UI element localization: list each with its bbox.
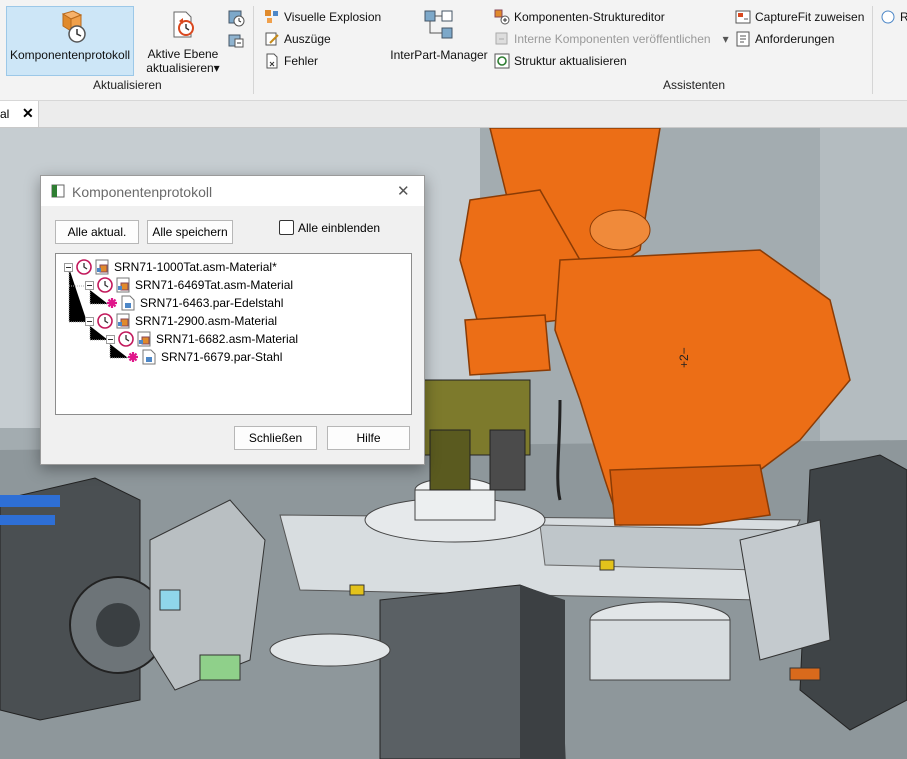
tree-row-asm[interactable]: SRN71-1000Tat.asm-Material* xyxy=(64,258,277,276)
dialog-close-icon[interactable]: ✕ xyxy=(397,182,410,200)
collapse-toggle-icon[interactable] xyxy=(106,334,115,344)
fehler-button[interactable]: Fehler xyxy=(264,52,318,70)
interpart-manager-label: InterPart-Manager xyxy=(390,48,488,62)
tree-row-label: SRN71-2900.asm-Material xyxy=(135,314,278,328)
auszuege-button[interactable]: Auszüge xyxy=(264,30,331,48)
ribbon: Komponentenprotokoll Aktive Ebene aktual… xyxy=(0,0,907,101)
collapse-toggle-icon[interactable] xyxy=(64,262,73,272)
komponentenprotokoll-button[interactable]: Komponentenprotokoll xyxy=(6,6,134,76)
struktur-aktualisieren-button[interactable]: Struktur aktualisieren xyxy=(494,52,627,70)
assistenten-group-label: Assistenten xyxy=(663,78,726,92)
dropdown-arrow-icon: ▾ xyxy=(213,61,220,75)
requirements-icon xyxy=(736,31,750,47)
out-of-date-clock-icon xyxy=(76,259,92,275)
alle-speichern-button[interactable]: Alle speichern xyxy=(147,220,233,244)
tree-row-label: SRN71-6682.asm-Material xyxy=(156,332,299,346)
checkbox-box[interactable] xyxy=(279,220,294,235)
tree-row-label: SRN71-1000Tat.asm-Material* xyxy=(114,260,277,274)
anforderungen-button[interactable]: Anforderungen xyxy=(735,30,834,48)
aktive-ebene-aktualisieren-button[interactable]: Aktive Ebene aktualisieren▾ xyxy=(140,6,226,76)
part-document-icon xyxy=(142,349,156,365)
komponentenprotokoll-label: Komponentenprotokoll xyxy=(9,48,131,62)
strukturditor-button[interactable]: Komponenten-Struktureditor xyxy=(494,8,665,26)
alle-einblenden-label: Alle einblenden xyxy=(298,220,381,235)
assembly-document-icon xyxy=(95,259,109,275)
collapse-toggle-icon[interactable] xyxy=(85,316,94,326)
tree-row-asm[interactable]: SRN71-2900.asm-Material xyxy=(85,312,277,330)
document-tab[interactable]: al ✕ xyxy=(0,101,39,127)
alle-aktual-label: Alle aktual. xyxy=(67,225,127,239)
aktualisieren-group-label: Aktualisieren xyxy=(93,78,162,92)
cut-off-label: R xyxy=(900,10,907,24)
tree-row-label: SRN71-6463.par-Edelstahl xyxy=(140,296,284,310)
capturefit-button[interactable]: CaptureFit zuweisen xyxy=(735,8,864,26)
interpart-icon xyxy=(424,10,453,39)
tab-close-icon[interactable]: ✕ xyxy=(22,105,34,122)
dialog-title-bar[interactable]: Komponentenprotokoll ✕ xyxy=(41,176,424,206)
component-tree[interactable]: SRN71-1000Tat.asm-Material* SRN71-6469Tat… xyxy=(55,253,412,415)
robot-axis-marking: +2− xyxy=(677,347,691,368)
visuelle-explosion-button[interactable]: Visuelle Explosion xyxy=(264,8,381,26)
modified-marker-icon xyxy=(107,298,117,308)
assembly-document-icon xyxy=(137,331,151,347)
struktur-aktualisieren-label: Struktur aktualisieren xyxy=(514,54,627,68)
komponentenprotokoll-dialog: Komponentenprotokoll ✕ Alle aktual. Alle… xyxy=(40,175,425,465)
alle-einblenden-checkbox[interactable]: Alle einblenden xyxy=(279,220,380,235)
overflow-icon xyxy=(881,10,895,24)
component-log-icon xyxy=(61,10,86,43)
group-separator-right xyxy=(872,6,873,94)
part-document-icon xyxy=(121,295,135,311)
hilfe-label: Hilfe xyxy=(356,431,381,445)
update-links-icon[interactable] xyxy=(226,8,246,28)
assembly-document-icon xyxy=(116,313,130,329)
alle-speichern-label: Alle speichern xyxy=(152,225,228,239)
cut-off-ribbon-button[interactable]: R xyxy=(880,8,907,26)
update-assembly-icon[interactable] xyxy=(226,30,246,50)
auszuege-label: Auszüge xyxy=(284,32,331,46)
tree-row-label: SRN71-6469Tat.asm-Material xyxy=(135,278,294,292)
modified-marker-icon xyxy=(128,352,138,362)
out-of-date-clock-icon xyxy=(97,313,113,329)
visuelle-explosion-label: Visuelle Explosion xyxy=(284,10,382,24)
collapse-toggle-icon[interactable] xyxy=(85,280,94,290)
aktive-ebene-label-line2: aktualisieren xyxy=(146,61,214,75)
dialog-window-icon xyxy=(51,184,65,198)
tree-row-asm[interactable]: SRN71-6682.asm-Material xyxy=(106,330,298,348)
tree-row-asm[interactable]: SRN71-6469Tat.asm-Material xyxy=(85,276,293,294)
document-tab-bar: al ✕ xyxy=(0,101,907,128)
capturefit-label: CaptureFit zuweisen xyxy=(755,10,865,24)
refresh-document-icon xyxy=(173,11,194,38)
interpart-manager-button[interactable]: InterPart-Manager xyxy=(388,6,490,66)
group-separator xyxy=(253,6,254,94)
assembly-document-icon xyxy=(116,277,130,293)
interne-dropdown-icon[interactable]: ▾ xyxy=(723,32,729,46)
capturefit-icon xyxy=(735,10,751,24)
structure-refresh-icon xyxy=(494,53,510,69)
anforderungen-label: Anforderungen xyxy=(755,32,835,46)
hilfe-button[interactable]: Hilfe xyxy=(327,426,410,450)
aktive-ebene-line2: aktualisieren▾ xyxy=(140,61,226,75)
out-of-date-clock-icon xyxy=(118,331,134,347)
tree-row-par[interactable]: SRN71-6463.par-Edelstahl xyxy=(106,294,283,312)
explosion-icon xyxy=(265,10,278,23)
dialog-title: Komponentenprotokoll xyxy=(72,184,213,200)
error-document-icon xyxy=(266,53,278,69)
interne-komponenten-button[interactable]: Interne Komponenten veröffentlichen ▾ xyxy=(494,30,729,48)
out-of-date-clock-icon xyxy=(97,277,113,293)
publish-components-icon xyxy=(495,32,508,45)
structure-editor-icon xyxy=(494,9,510,25)
schliessen-label: Schließen xyxy=(248,431,303,445)
alle-aktual-button[interactable]: Alle aktual. xyxy=(55,220,139,244)
strukturditor-label: Komponenten-Struktureditor xyxy=(514,10,665,24)
edit-document-icon xyxy=(265,32,279,46)
tree-row-par[interactable]: SRN71-6679.par-Stahl xyxy=(127,348,282,366)
aktive-ebene-label-line1: Aktive Ebene xyxy=(147,47,219,61)
schliessen-button[interactable]: Schließen xyxy=(234,426,317,450)
document-tab-label: al xyxy=(0,107,10,121)
interne-komponenten-label: Interne Komponenten veröffentlichen xyxy=(514,32,711,46)
tree-row-label: SRN71-6679.par-Stahl xyxy=(161,350,283,364)
fehler-label: Fehler xyxy=(284,54,319,68)
